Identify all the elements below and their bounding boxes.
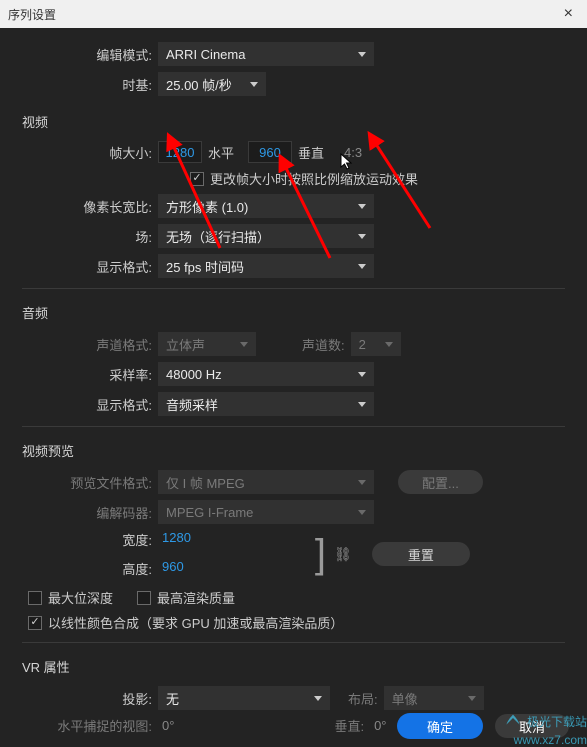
linear-color-checkbox[interactable] — [28, 616, 42, 630]
channel-count-select: 2 — [351, 332, 401, 356]
sample-rate-label: 采样率: — [0, 365, 158, 384]
chevron-down-icon — [250, 82, 258, 87]
max-bit-depth-label: 最大位深度 — [48, 588, 113, 607]
divider — [22, 288, 565, 289]
horiz-label: 水平 — [202, 143, 240, 162]
vr-vert-value: 0° — [370, 718, 390, 733]
edit-mode-select[interactable]: ARRI Cinema — [158, 42, 374, 66]
chevron-down-icon — [358, 264, 366, 269]
vr-vert-label: 垂直: — [328, 716, 370, 735]
frame-width-input[interactable]: 1280 — [158, 141, 202, 163]
audio-section-title: 音频 — [0, 293, 587, 326]
scale-motion-label: 更改帧大小时按照比例缩放运动效果 — [210, 169, 418, 188]
chevron-down-icon — [358, 52, 366, 57]
vr-section-title: VR 属性 — [0, 647, 587, 680]
config-button: 配置... — [398, 470, 483, 494]
chevron-down-icon — [358, 204, 366, 209]
preview-height-label: 高度: — [0, 559, 158, 578]
chevron-down-icon — [358, 234, 366, 239]
chevron-down-icon — [468, 696, 476, 701]
channel-count-label: 声道数: — [296, 335, 351, 354]
close-button[interactable]: × — [558, 5, 579, 23]
ok-button[interactable]: 确定 — [397, 713, 483, 739]
layout-select: 单像 — [384, 686, 484, 710]
link-icon[interactable]: ⛓ — [334, 546, 352, 563]
edit-mode-label: 编辑模式: — [0, 45, 158, 64]
dialog-footer: 确定 取消 — [397, 713, 569, 739]
frame-size-label: 帧大小: — [0, 143, 158, 162]
dialog-content: 编辑模式: ARRI Cinema 时基: 25.00 帧/秒 视频 帧大小: … — [0, 28, 587, 735]
max-render-quality-label: 最高渲染质量 — [157, 588, 235, 607]
field-label: 场: — [0, 227, 158, 246]
chevron-down-icon — [314, 696, 322, 701]
frame-height-input[interactable]: 960 — [248, 141, 292, 163]
scale-motion-checkbox[interactable] — [190, 172, 204, 186]
video-section-title: 视频 — [0, 102, 587, 135]
titlebar: 序列设置 × — [0, 0, 587, 28]
projection-label: 投影: — [0, 689, 158, 708]
preview-file-format-label: 预览文件格式: — [0, 473, 158, 492]
field-select[interactable]: 无场（逐行扫描） — [158, 224, 374, 248]
chevron-down-icon — [358, 372, 366, 377]
divider — [22, 426, 565, 427]
channel-format-label: 声道格式: — [0, 335, 158, 354]
cancel-button[interactable]: 取消 — [495, 714, 569, 738]
timebase-value: 25.00 帧/秒 — [166, 75, 232, 94]
codec-select: MPEG I-Frame — [158, 500, 374, 524]
horiz-capture-value: 0° — [158, 718, 178, 733]
edit-mode-value: ARRI Cinema — [166, 47, 245, 62]
linear-color-label: 以线性颜色合成（要求 GPU 加速或最高渲染品质） — [48, 613, 343, 632]
video-display-format-label: 显示格式: — [0, 257, 158, 276]
audio-display-format-select[interactable]: 音频采样 — [158, 392, 374, 416]
aspect-ratio: 4:3 — [340, 145, 366, 160]
max-render-quality-checkbox[interactable] — [137, 591, 151, 605]
chevron-down-icon — [358, 510, 366, 515]
preview-file-format-select: 仅 I 帧 MPEG — [158, 470, 374, 494]
pixel-aspect-label: 像素长宽比: — [0, 197, 158, 216]
vert-label: 垂直 — [292, 143, 330, 162]
preview-section-title: 视频预览 — [0, 431, 587, 464]
codec-label: 编解码器: — [0, 503, 158, 522]
channel-format-select: 立体声 — [158, 332, 256, 356]
layout-label: 布局: — [342, 689, 384, 708]
audio-display-format-label: 显示格式: — [0, 395, 158, 414]
max-bit-depth-checkbox[interactable] — [28, 591, 42, 605]
preview-width-label: 宽度: — [0, 530, 158, 549]
chevron-down-icon — [385, 342, 393, 347]
divider — [22, 642, 565, 643]
chevron-down-icon — [358, 480, 366, 485]
chevron-down-icon — [358, 402, 366, 407]
sample-rate-select[interactable]: 48000 Hz — [158, 362, 374, 386]
chevron-down-icon — [240, 342, 248, 347]
window-title: 序列设置 — [8, 6, 56, 23]
timebase-label: 时基: — [0, 75, 158, 94]
preview-width-value[interactable]: 1280 — [158, 530, 195, 549]
preview-height-value[interactable]: 960 — [158, 559, 188, 578]
horiz-capture-label: 水平捕捉的视图: — [0, 716, 158, 735]
projection-select[interactable]: 无 — [158, 686, 330, 710]
timebase-select[interactable]: 25.00 帧/秒 — [158, 72, 266, 96]
pixel-aspect-select[interactable]: 方形像素 (1.0) — [158, 194, 374, 218]
reset-button[interactable]: 重置 — [372, 542, 470, 566]
bracket-icon: ] — [315, 534, 326, 574]
video-display-format-select[interactable]: 25 fps 时间码 — [158, 254, 374, 278]
